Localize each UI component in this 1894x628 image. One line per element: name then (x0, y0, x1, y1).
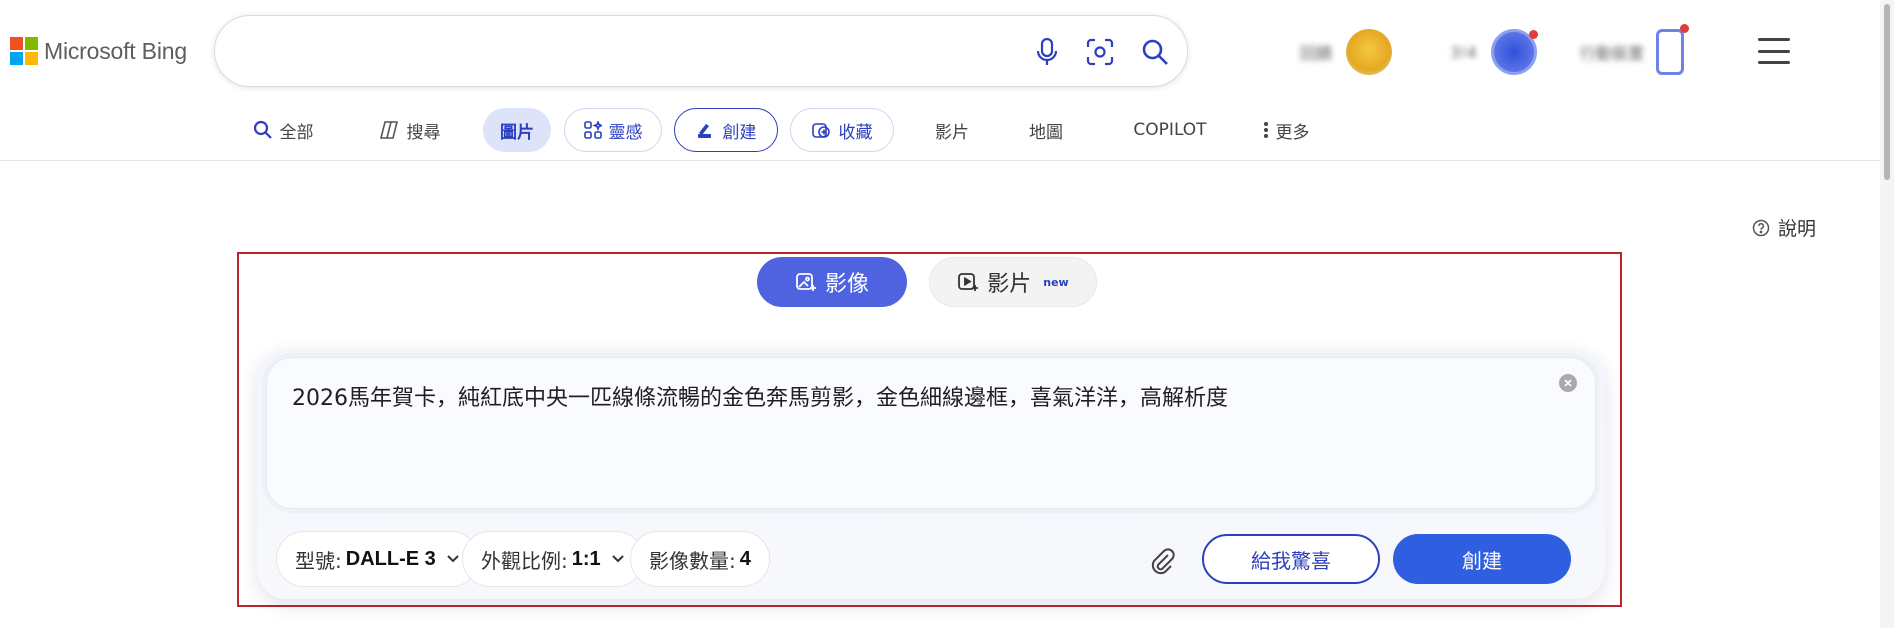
clear-icon[interactable] (1559, 374, 1577, 392)
video-icon (958, 273, 979, 291)
aspect-value: 1:1 (571, 547, 601, 570)
count-label: 影像數量: (649, 548, 736, 573)
creator-mode-tabs: 影像 影片 new (757, 257, 1097, 307)
image-count-select[interactable]: 影像數量: 4 (630, 531, 770, 587)
create-icon (697, 124, 711, 138)
count-value: 4 (739, 547, 751, 570)
tab-video-mode-label: 影片 (987, 272, 1032, 297)
rewards-label: 回饋 (1300, 44, 1333, 63)
mobile-button[interactable]: 行動裝置 (1580, 24, 1690, 76)
microphone-icon[interactable] (1031, 36, 1063, 68)
tab-maps[interactable]: 地圖 (1024, 108, 1068, 152)
help-label: 說明 (1778, 218, 1817, 240)
chevron-down-icon (447, 555, 459, 563)
tab-copilot-label: COPILOT (1133, 120, 1207, 140)
more-icon (1263, 122, 1268, 138)
aspect-label: 外觀比例: (481, 548, 568, 573)
tab-more-label: 更多 (1275, 122, 1310, 143)
new-badge: new (1043, 275, 1069, 289)
tab-all-label: 全部 (279, 122, 314, 143)
model-select[interactable]: 型號: DALL-E 3 (276, 531, 479, 587)
tab-copilot[interactable]: COPILOT (1118, 108, 1222, 152)
points-label: 3!4 (1450, 42, 1477, 62)
tab-inspiration[interactable]: 靈感 (564, 108, 662, 152)
mobile-label: 行動裝置 (1580, 44, 1645, 63)
menu-icon[interactable] (1758, 38, 1790, 64)
tab-search-label: 搜尋 (406, 122, 441, 143)
collection-icon (811, 123, 830, 138)
bing-logo[interactable]: Microsoft Bing (10, 37, 187, 65)
tab-image-mode-label: 影像 (824, 272, 869, 297)
aspect-ratio-select[interactable]: 外觀比例: 1:1 (462, 531, 644, 587)
search-box[interactable] (214, 15, 1188, 87)
image-creator-panel: 影像 影片 new 2026馬年賀卡，純紅底中央一匹線條流暢的金色奔馬剪影，金色… (237, 252, 1622, 607)
help-link[interactable]: 說明 (1752, 214, 1816, 241)
sparkle-icon (583, 121, 602, 139)
tab-collections-label: 收藏 (838, 122, 873, 143)
prompt-text[interactable]: 2026馬年賀卡，純紅底中央一匹線條流暢的金色奔馬剪影，金色細線邊框，喜氣洋洋，… (292, 380, 1522, 412)
tab-collections[interactable]: 收藏 (790, 108, 894, 152)
phone-icon (1656, 24, 1690, 75)
rewards-button[interactable]: 回饋 (1300, 28, 1393, 76)
scrollbar-thumb[interactable] (1884, 4, 1890, 180)
search-input[interactable] (245, 36, 1005, 68)
notification-dot (1528, 30, 1538, 39)
tab-images[interactable]: 圖片 (483, 108, 551, 152)
tab-inspiration-label: 靈感 (608, 122, 643, 143)
logo-text: Microsoft Bing (44, 37, 187, 64)
tab-more[interactable]: 更多 (1258, 108, 1314, 152)
prompt-textarea[interactable]: 2026馬年賀卡，純紅底中央一匹線條流暢的金色奔馬剪影，金色細線邊框，喜氣洋洋，… (266, 357, 1596, 509)
tab-maps-label: 地圖 (1029, 122, 1063, 143)
surprise-me-button[interactable]: 給我驚喜 (1202, 534, 1380, 584)
tab-all[interactable]: 全部 (248, 108, 318, 152)
tab-videos-label: 影片 (935, 122, 969, 143)
trophy-icon (1490, 29, 1538, 75)
copilot-icon (379, 121, 398, 139)
tab-video-mode[interactable]: 影片 new (929, 257, 1097, 307)
prompt-card: 2026馬年賀卡，純紅底中央一匹線條流暢的金色奔馬剪影，金色細線邊框，喜氣洋洋，… (257, 349, 1605, 599)
create-button[interactable]: 創建 (1393, 534, 1571, 584)
microsoft-logo-icon (10, 37, 38, 65)
tab-videos[interactable]: 影片 (930, 108, 974, 152)
nav-divider (0, 160, 1880, 161)
vertical-nav: 全部 搜尋 圖片 靈感 創建 收藏 影片 地圖 COPILOT 更多 (0, 104, 1894, 160)
image-icon (796, 273, 816, 291)
search-icon (253, 120, 272, 139)
tab-images-label: 圖片 (500, 122, 534, 143)
tab-create-label: 創建 (722, 122, 757, 143)
tab-create[interactable]: 創建 (674, 108, 778, 152)
points-button[interactable]: 3!4 (1450, 28, 1538, 76)
rewards-avatar (1346, 29, 1393, 75)
notification-dot (1680, 24, 1690, 33)
visual-search-icon[interactable] (1084, 36, 1116, 68)
search-icon[interactable] (1139, 36, 1171, 68)
model-label: 型號: (295, 548, 342, 573)
tab-search[interactable]: 搜尋 (374, 108, 444, 152)
tab-image-mode[interactable]: 影像 (757, 257, 907, 307)
model-value: DALL-E 3 (345, 547, 436, 570)
page-scrollbar[interactable] (1880, 0, 1894, 628)
help-icon (1752, 219, 1770, 236)
attach-icon[interactable] (1142, 541, 1182, 581)
chevron-down-icon (611, 555, 624, 563)
